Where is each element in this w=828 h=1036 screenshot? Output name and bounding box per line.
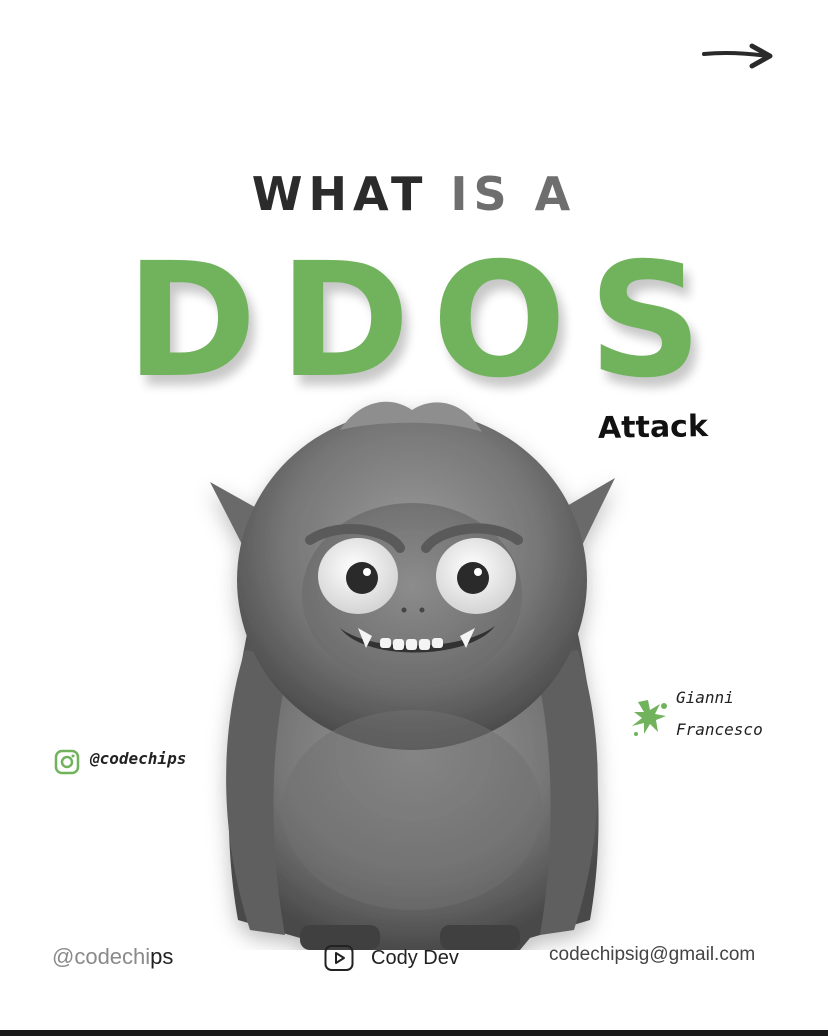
headline-ddos: DDOS [125,229,725,413]
headline-intro: WHAT IS A [0,166,828,222]
footer-handle-start: @codechi [52,944,151,969]
bottom-bar [0,1030,828,1036]
contact-email[interactable]: codechipsig@gmail.com [549,944,755,966]
footer-handle: @codechips [52,944,173,970]
arrow-right-icon[interactable] [700,40,776,74]
headline-word-what: WHAT [251,167,429,221]
footer-handle-end: ps [150,944,174,969]
author-last-name: Francesco [676,720,763,739]
instagram-handle[interactable]: @codechips [90,749,186,768]
author-first-name: Gianni [676,688,734,707]
instagram-icon[interactable] [54,749,80,775]
headline-word-is-a: IS A [450,167,577,221]
monster-illustration [210,401,615,950]
youtube-icon[interactable] [324,944,354,972]
youtube-channel[interactable]: Cody Dev [371,947,459,970]
splat-icon [632,700,667,736]
